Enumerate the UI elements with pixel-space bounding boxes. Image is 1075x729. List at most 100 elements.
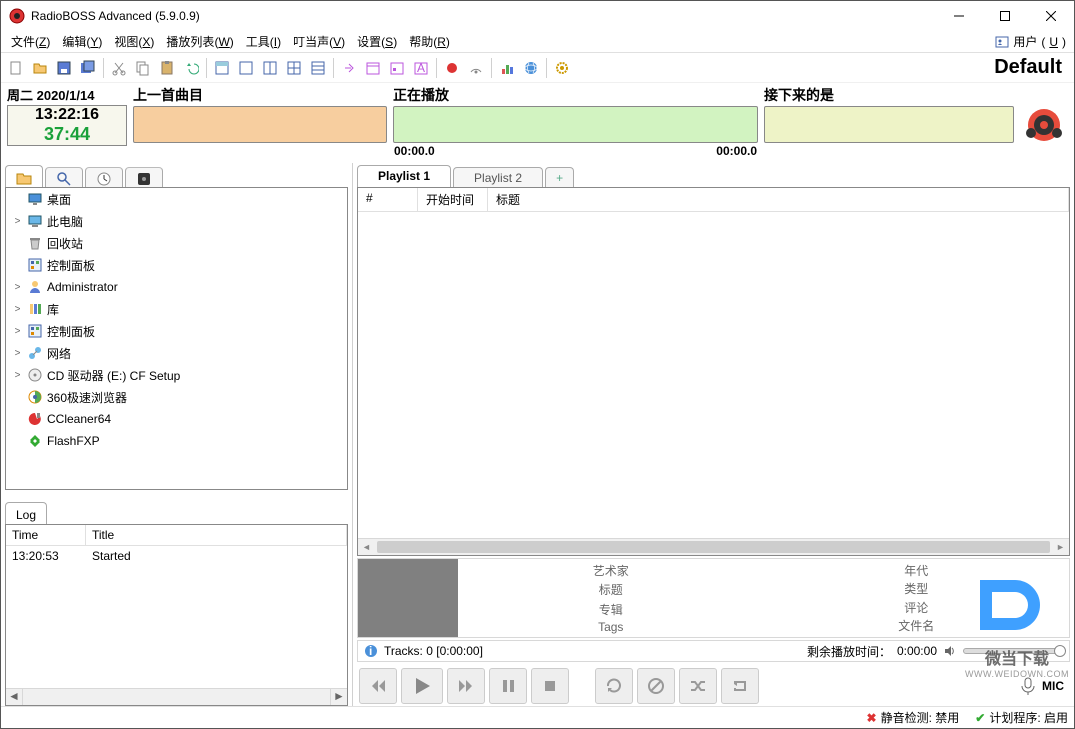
layout3-icon[interactable] — [259, 57, 281, 79]
volume-icon[interactable] — [943, 644, 957, 658]
layout2-icon[interactable] — [235, 57, 257, 79]
tree-item[interactable]: 桌面 — [6, 188, 347, 210]
layout4-icon[interactable] — [283, 57, 305, 79]
meta-comment: 评论 — [764, 599, 1070, 616]
log-row[interactable]: 13:20:53Started — [6, 546, 347, 566]
cut-icon[interactable] — [108, 57, 130, 79]
save-icon[interactable] — [53, 57, 75, 79]
folder-icon — [16, 170, 32, 186]
tree-item[interactable]: >Administrator — [6, 276, 347, 298]
save-all-icon[interactable] — [77, 57, 99, 79]
tree-item[interactable]: >CD 驱动器 (E:) CF Setup — [6, 364, 347, 386]
bottom-bar: ✖ 静音检测: 禁用 ✔ 计划程序: 启用 — [1, 706, 1074, 728]
x-icon: ✖ — [867, 711, 877, 725]
tree-item[interactable]: >网络 — [6, 342, 347, 364]
log-body[interactable]: 13:20:53Started — [6, 546, 347, 688]
schedule-icon[interactable] — [362, 57, 384, 79]
search-icon — [56, 171, 72, 187]
menu-help[interactable]: 帮助(R) — [403, 31, 456, 52]
clock-icon — [96, 171, 112, 187]
tab-search[interactable] — [45, 167, 83, 187]
new-icon[interactable] — [5, 57, 27, 79]
stats-icon[interactable] — [496, 57, 518, 79]
menu-playlist[interactable]: 播放列表(W) — [160, 31, 239, 52]
open-icon[interactable] — [29, 57, 51, 79]
play-button[interactable] — [401, 668, 443, 704]
loop-button[interactable] — [721, 668, 759, 704]
meta-album: 专辑 — [458, 601, 764, 618]
cartwall-icon — [136, 171, 152, 187]
tab-playlist-1[interactable]: Playlist 1 — [357, 165, 451, 187]
settings-gear-icon[interactable] — [551, 57, 573, 79]
tree-item[interactable]: 360极速浏览器 — [6, 386, 347, 408]
info-icon: i — [364, 644, 378, 658]
transport-controls: MIC — [357, 666, 1070, 706]
clock-time: 13:22:16 — [35, 106, 99, 124]
mute-status[interactable]: ✖ 静音检测: 禁用 — [867, 709, 960, 726]
tree-item[interactable]: >库 — [6, 298, 347, 320]
menu-tools[interactable]: 工具(I) — [240, 31, 287, 52]
repeat-button[interactable] — [595, 668, 633, 704]
copy-icon[interactable] — [132, 57, 154, 79]
prev-button[interactable] — [359, 668, 397, 704]
remain-label: 剩余播放时间： — [807, 643, 891, 660]
layout1-icon[interactable] — [211, 57, 233, 79]
minimize-button[interactable] — [936, 1, 982, 31]
event-icon[interactable] — [386, 57, 408, 79]
log-hscroll[interactable]: ◄► — [6, 688, 347, 705]
menu-jingles[interactable]: 叮当声(V) — [287, 31, 351, 52]
menu-settings[interactable]: 设置(S) — [351, 31, 403, 52]
meta-year: 年代 — [764, 562, 1070, 579]
volume-slider[interactable] — [963, 648, 1063, 654]
tab-log[interactable]: Log — [5, 502, 47, 524]
record-icon[interactable] — [441, 57, 463, 79]
tree-item[interactable]: >控制面板 — [6, 320, 347, 342]
broadcast-icon[interactable] — [465, 57, 487, 79]
log-panel: Log Time Title 13:20:53Started ◄► — [5, 502, 348, 706]
next-track-panel: 接下来的是 — [764, 85, 1014, 143]
disable-button[interactable] — [637, 668, 675, 704]
album-art — [358, 559, 458, 637]
tree-item[interactable]: CCleaner64 — [6, 408, 347, 430]
menu-file[interactable]: 文件(Z) — [5, 31, 56, 52]
metadata-bar: 艺术家 标题 专辑 Tags 年代 类型 评论 文件名 — [357, 558, 1070, 638]
tab-playlist-add[interactable]: + — [545, 167, 574, 187]
tab-clock[interactable] — [85, 167, 123, 187]
undo-icon[interactable] — [180, 57, 202, 79]
info-bar: 周二 2020/1/14 13:22:16 37:44 上一首曲目 正在播放 0… — [1, 83, 1074, 149]
playlist-body[interactable] — [358, 212, 1069, 538]
tree-item[interactable]: >此电脑 — [6, 210, 347, 232]
ads-icon[interactable]: A — [410, 57, 432, 79]
next-button[interactable] — [447, 668, 485, 704]
tab-playlist-2[interactable]: Playlist 2 — [453, 167, 543, 187]
app-icon — [9, 8, 25, 24]
pause-button[interactable] — [489, 668, 527, 704]
web-icon[interactable] — [520, 57, 542, 79]
remaining-time: 00:00.0 — [716, 144, 757, 158]
user-menu[interactable]: 用户(U) — [991, 33, 1070, 50]
insert-icon[interactable] — [338, 57, 360, 79]
maximize-button[interactable] — [982, 1, 1028, 31]
close-button[interactable] — [1028, 1, 1074, 31]
scheduler-status[interactable]: ✔ 计划程序: 启用 — [975, 709, 1068, 726]
meta-tags: Tags — [458, 620, 764, 634]
layout5-icon[interactable] — [307, 57, 329, 79]
playlist-grid: # 开始时间 标题 ◄► — [357, 187, 1070, 556]
tree-item[interactable]: 控制面板 — [6, 254, 347, 276]
menu-view[interactable]: 视图(X) — [108, 31, 160, 52]
tab-cart[interactable] — [125, 167, 163, 187]
tab-files[interactable] — [5, 165, 43, 187]
svg-text:i: i — [369, 644, 372, 658]
menu-edit[interactable]: 编辑(Y) — [56, 31, 108, 52]
file-tree[interactable]: 桌面>此电脑回收站控制面板>Administrator>库>控制面板>网络>CD… — [5, 187, 348, 490]
mic-toggle[interactable]: MIC — [1018, 676, 1068, 696]
stop-button[interactable] — [531, 668, 569, 704]
shuffle-button[interactable] — [679, 668, 717, 704]
paste-icon[interactable] — [156, 57, 178, 79]
tree-item[interactable]: FlashFXP — [6, 430, 347, 452]
playlist-hscroll[interactable]: ◄► — [358, 538, 1069, 555]
menu-bar: 文件(Z) 编辑(Y) 视图(X) 播放列表(W) 工具(I) 叮当声(V) 设… — [1, 31, 1074, 53]
elapsed-time: 00:00.0 — [394, 144, 435, 158]
tree-item[interactable]: 回收站 — [6, 232, 347, 254]
clock-date: 周二 2020/1/14 — [7, 85, 127, 105]
